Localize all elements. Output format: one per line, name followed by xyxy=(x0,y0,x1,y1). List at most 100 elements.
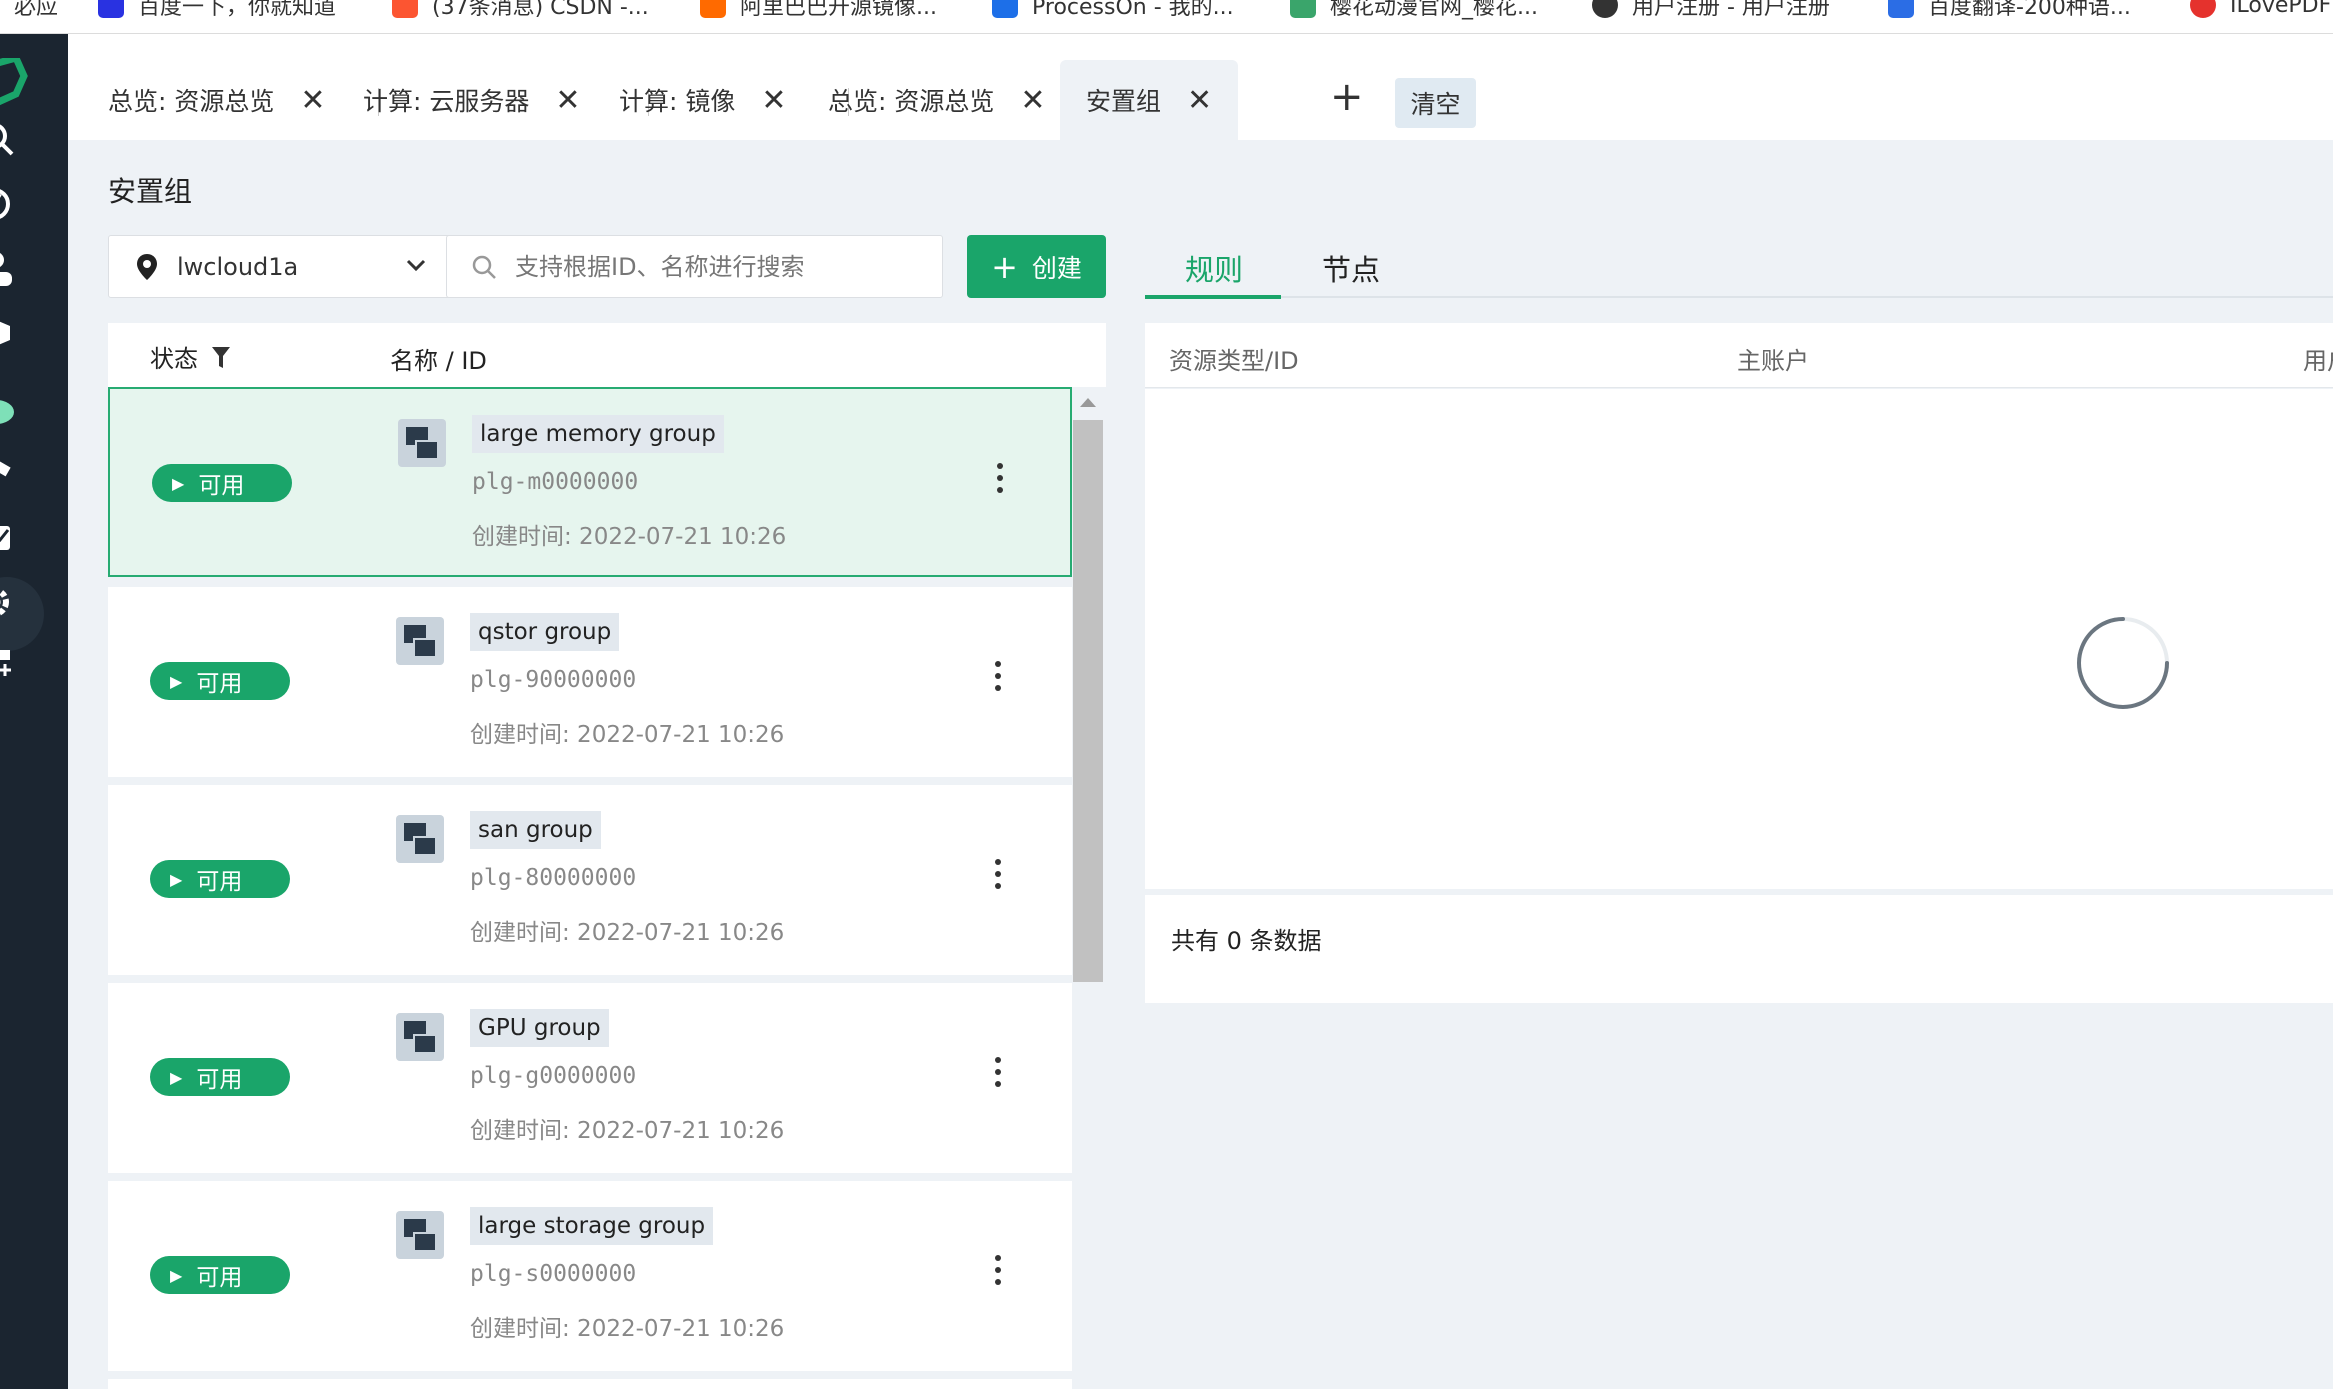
hammer-icon[interactable] xyxy=(0,454,26,494)
scrollbar-thumb[interactable] xyxy=(1073,420,1103,982)
group-id: plg-g0000000 xyxy=(470,1063,637,1089)
more-actions-icon[interactable] xyxy=(988,859,1008,899)
bookmark-label: 阿里巴巴开源镜像... xyxy=(740,0,937,20)
tabs-divider xyxy=(1145,296,2333,298)
play-icon: ▶ xyxy=(170,1067,183,1087)
tab-rules[interactable]: 规则 xyxy=(1185,247,1243,289)
tab-overview-2[interactable]: 总览: 资源总览 ✕ xyxy=(828,60,1046,140)
translate-icon xyxy=(1888,0,1914,18)
group-id: plg-m0000000 xyxy=(472,469,639,495)
region-select[interactable]: lwcloud1a xyxy=(108,235,456,298)
created-time: 创建时间: 2022-07-21 10:26 xyxy=(472,524,787,550)
created-time: 创建时间: 2022-07-21 10:26 xyxy=(470,920,785,946)
active-tab-indicator xyxy=(1145,295,1281,299)
plus-icon: + xyxy=(991,247,1018,286)
group-name[interactable]: qstor group xyxy=(470,613,620,651)
play-icon: ▶ xyxy=(170,1265,183,1285)
ilovepdf-icon xyxy=(2190,0,2216,18)
tab-overview[interactable]: 总览: 资源总览 ✕ xyxy=(108,60,326,140)
placement-group-icon xyxy=(396,1013,444,1061)
page-title: 安置组 xyxy=(108,175,193,208)
placement-group-icon xyxy=(396,617,444,665)
bookmarks-bar: 必应 百度一下，你就知道 (37条消息) CSDN -... 阿里巴巴开源镜像.… xyxy=(0,0,2333,34)
bookmark-label: 樱花动漫官网_樱花... xyxy=(1330,0,1538,20)
close-icon[interactable]: ✕ xyxy=(555,83,580,118)
bookmark-label: 百度一下，你就知道 xyxy=(138,0,337,20)
bookmark-item[interactable]: ILovePDF xyxy=(2190,0,2331,22)
close-icon[interactable]: ✕ xyxy=(1187,83,1212,118)
bookmark-label: 百度翻译-200种语... xyxy=(1928,0,2131,20)
tab-nodes[interactable]: 节点 xyxy=(1322,247,1380,289)
bookmark-item[interactable]: 必应 xyxy=(14,0,58,22)
apps-add-icon[interactable] xyxy=(0,646,26,686)
left-sidebar xyxy=(0,34,68,1389)
github-icon xyxy=(1592,0,1618,18)
tab-label: 安置组 xyxy=(1086,87,1162,116)
list-item[interactable]: ▶ 可用 large storage group plg-s0000000 创建… xyxy=(108,1181,1072,1371)
chart-icon[interactable] xyxy=(0,518,26,558)
list-item[interactable]: ▶ 可用 qstor group plg-90000000 创建时间: 2022… xyxy=(108,587,1072,777)
group-name[interactable]: large storage group xyxy=(470,1207,714,1245)
list-item[interactable]: ▶ 可用 san group plg-80000000 创建时间: 2022-0… xyxy=(108,785,1072,975)
scroll-up-arrow-icon[interactable] xyxy=(1080,398,1096,407)
group-id: plg-s0000000 xyxy=(470,1261,637,1287)
bookmark-item[interactable]: 百度一下，你就知道 xyxy=(98,0,336,22)
search-input[interactable] xyxy=(515,252,915,281)
close-icon[interactable]: ✕ xyxy=(761,83,786,118)
tab-image[interactable]: 计算: 镜像 ✕ xyxy=(619,60,787,140)
cube-icon[interactable] xyxy=(0,312,26,352)
status-badge: ▶ 可用 xyxy=(152,464,292,502)
group-name[interactable]: large memory group xyxy=(472,415,724,453)
close-icon[interactable]: ✕ xyxy=(300,83,325,118)
search-icon[interactable] xyxy=(0,120,26,160)
tab-placement-group[interactable]: 安置组 ✕ xyxy=(1060,60,1239,140)
status-badge: ▶ 可用 xyxy=(150,662,290,700)
user-icon[interactable] xyxy=(0,248,26,288)
rules-table-header: 资源类型/ID 主账户 用户 xyxy=(1145,323,2333,388)
chevron-down-icon xyxy=(406,259,426,272)
bookmark-item[interactable]: ProcessOn - 我的... xyxy=(992,0,1234,22)
bookmark-item[interactable]: 用户注册 - 用户注册 xyxy=(1592,0,1830,22)
bookmark-item[interactable]: (37条消息) CSDN -... xyxy=(392,0,649,22)
tab-label: 总览: 资源总览 xyxy=(108,87,275,116)
placement-group-icon xyxy=(398,419,446,467)
bookmark-item[interactable]: 樱花动漫官网_樱花... xyxy=(1290,0,1538,22)
list-item[interactable]: ▶ 可用 GPU group plg-g0000000 创建时间: 2022-0… xyxy=(108,983,1072,1173)
bookmark-label: 必应 xyxy=(14,0,59,20)
more-actions-icon[interactable] xyxy=(988,1255,1008,1295)
list-header: 状态 名称 / ID xyxy=(108,323,1106,387)
bookmark-label: ProcessOn - 我的... xyxy=(1032,0,1234,20)
clear-tabs-button[interactable]: 清空 xyxy=(1395,78,1476,128)
rules-table-footer: 共有 0 条数据 xyxy=(1145,895,2333,1003)
group-name[interactable]: san group xyxy=(470,811,601,849)
dashboard-icon[interactable] xyxy=(0,184,26,224)
csdn-icon xyxy=(392,0,418,18)
status-label: 可用 xyxy=(196,1265,243,1291)
cloud-icon[interactable] xyxy=(0,390,26,430)
list-item[interactable]: ▶ 可用 large memory group plg-m0000000 创建时… xyxy=(108,387,1072,577)
logo-icon xyxy=(0,58,28,106)
bookmark-item[interactable]: 阿里巴巴开源镜像... xyxy=(700,0,937,22)
more-actions-icon[interactable] xyxy=(990,463,1010,503)
more-actions-icon[interactable] xyxy=(988,661,1008,701)
filter-icon[interactable] xyxy=(210,344,232,370)
tab-label: 总览: 资源总览 xyxy=(828,87,995,116)
group-name[interactable]: GPU group xyxy=(470,1009,609,1047)
bookmark-item[interactable]: 百度翻译-200种语... xyxy=(1888,0,2131,22)
tab-cloud-server[interactable]: 计算: 云服务器 ✕ xyxy=(363,60,581,140)
create-button[interactable]: + 创建 xyxy=(967,235,1106,298)
gear-icon[interactable] xyxy=(0,582,26,622)
close-icon[interactable]: ✕ xyxy=(1020,83,1045,118)
more-actions-icon[interactable] xyxy=(988,1057,1008,1097)
placement-group-list: ▶ 可用 large memory group plg-m0000000 创建时… xyxy=(108,387,1106,1389)
column-header-account: 主账户 xyxy=(1737,347,1809,375)
add-tab-button[interactable]: + xyxy=(1330,74,1364,120)
status-column-header: 状态 xyxy=(150,339,232,374)
record-count: 共有 0 条数据 xyxy=(1171,927,1322,955)
detail-tabs: 规则 节点 xyxy=(1145,235,2333,300)
status-badge: ▶ 可用 xyxy=(150,1058,290,1096)
group-id: plg-80000000 xyxy=(470,865,637,891)
tab-bar: 总览: 资源总览 ✕ 计算: 云服务器 ✕ 计算: 镜像 ✕ 总览: 资源总览 … xyxy=(68,34,2333,140)
status-badge: ▶ 可用 xyxy=(150,1256,290,1294)
location-pin-icon xyxy=(137,253,157,280)
